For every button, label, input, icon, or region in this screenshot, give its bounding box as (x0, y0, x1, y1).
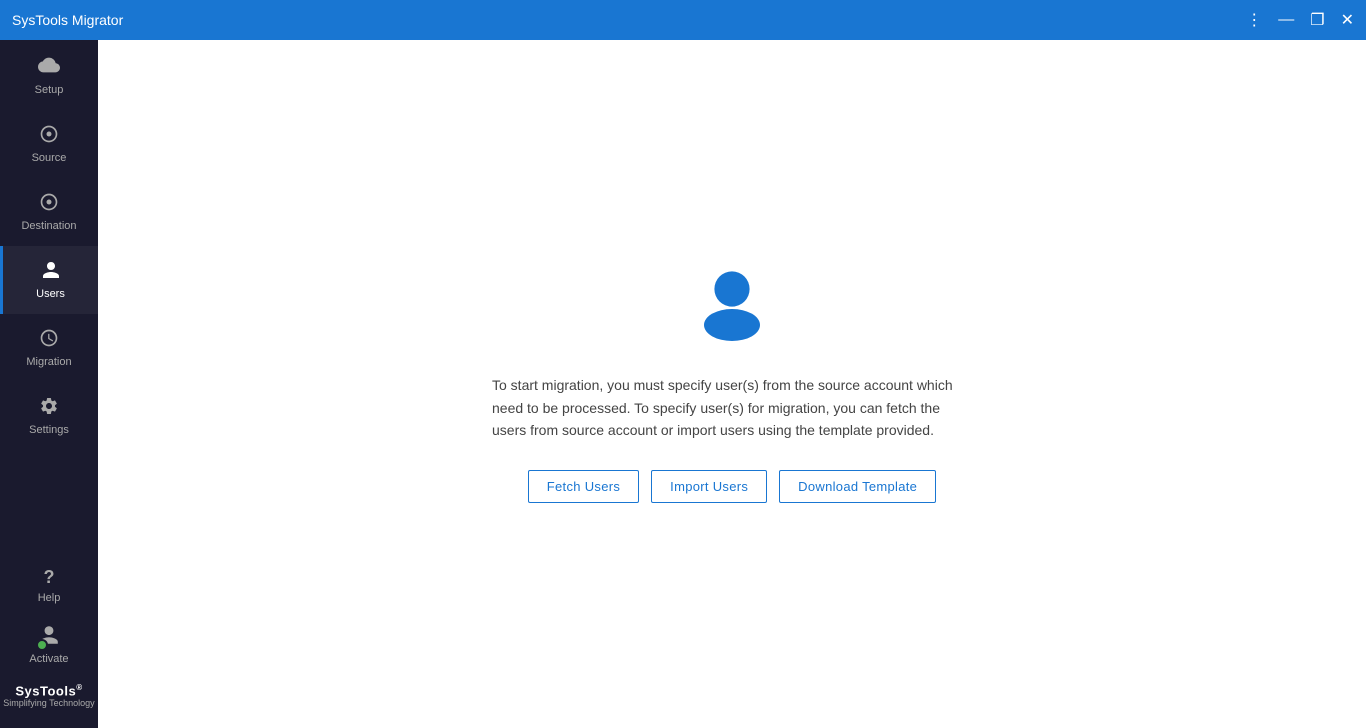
destination-icon (39, 192, 59, 216)
title-bar-controls: ⋮ — ❐ ✕ (1246, 10, 1354, 30)
sidebar-item-settings[interactable]: Settings (0, 382, 98, 450)
sidebar: Setup Source Destination Users (0, 40, 98, 728)
title-bar-left: SysTools Migrator (12, 12, 123, 28)
source-icon (39, 124, 59, 148)
fetch-users-button[interactable]: Fetch Users (528, 470, 639, 503)
user-avatar-icon (692, 265, 772, 345)
sidebar-bottom: ? Help Activate SysTools® Simplifying Te (0, 557, 98, 728)
sidebar-item-setup[interactable]: Setup (0, 40, 98, 110)
download-template-button[interactable]: Download Template (779, 470, 936, 503)
help-icon: ? (44, 567, 55, 588)
brand-tagline: Simplifying Technology (3, 698, 94, 708)
import-users-button[interactable]: Import Users (651, 470, 767, 503)
destination-label: Destination (21, 220, 76, 232)
sidebar-item-destination[interactable]: Destination (0, 178, 98, 246)
user-icon-container (692, 265, 772, 350)
description-text: To start migration, you must specify use… (492, 374, 972, 441)
app-title: SysTools Migrator (12, 12, 123, 28)
menu-icon[interactable]: ⋮ (1246, 10, 1262, 30)
settings-icon (39, 396, 59, 420)
migration-label: Migration (26, 356, 71, 368)
cloud-icon (38, 54, 60, 80)
main-content: To start migration, you must specify use… (98, 40, 1366, 728)
minimize-button[interactable]: — (1278, 11, 1294, 29)
source-label: Source (32, 152, 67, 164)
green-dot-indicator (36, 639, 48, 651)
close-button[interactable]: ✕ (1341, 10, 1354, 30)
title-bar: SysTools Migrator ⋮ — ❐ ✕ (0, 0, 1366, 40)
setup-label: Setup (35, 84, 64, 96)
action-buttons: Fetch Users Import Users Download Templa… (528, 470, 936, 503)
sidebar-item-source[interactable]: Source (0, 110, 98, 178)
app-body: Setup Source Destination Users (0, 40, 1366, 728)
sidebar-item-users[interactable]: Users (0, 246, 98, 314)
sidebar-item-migration[interactable]: Migration (0, 314, 98, 382)
migration-icon (39, 328, 59, 352)
brand-logo: SysTools® Simplifying Technology (0, 675, 98, 720)
users-label: Users (36, 288, 65, 300)
brand-name: SysTools® (15, 683, 82, 698)
maximize-button[interactable]: ❐ (1310, 10, 1324, 30)
help-label: Help (38, 592, 61, 604)
center-panel: To start migration, you must specify use… (492, 265, 972, 502)
activate-icon-wrapper (38, 624, 60, 649)
activate-label: Activate (29, 653, 68, 665)
sidebar-item-activate[interactable]: Activate (0, 614, 98, 675)
users-icon (41, 260, 61, 284)
sidebar-item-help[interactable]: ? Help (0, 557, 98, 614)
settings-label: Settings (29, 424, 69, 436)
